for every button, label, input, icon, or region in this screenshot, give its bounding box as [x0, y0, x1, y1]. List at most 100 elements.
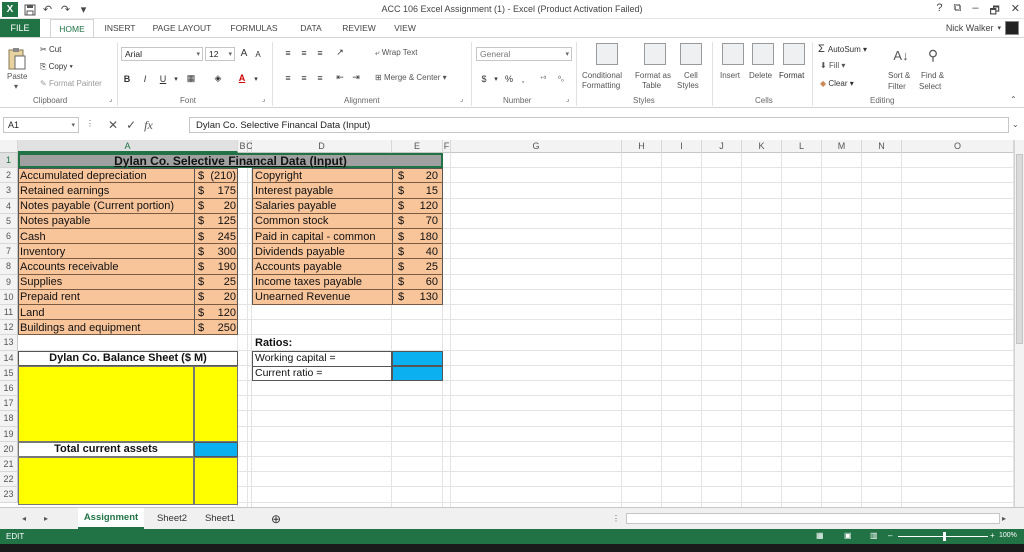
tab-formulas[interactable]: FORMULAS: [228, 19, 280, 37]
zoom-slider-thumb[interactable]: [943, 532, 946, 541]
merge-center-button[interactable]: ⊞ Merge & Center ▾: [375, 73, 447, 82]
fill-button[interactable]: ⬇ Fill ▾: [820, 61, 845, 70]
tab-split-grip-icon[interactable]: ⋮: [612, 514, 620, 523]
row-header-20[interactable]: 20: [0, 441, 18, 457]
underline-button[interactable]: U: [157, 72, 169, 85]
column-header-o[interactable]: O: [902, 140, 1014, 153]
dialog-launcher-icon[interactable]: ⌟: [460, 95, 463, 103]
row-header-12[interactable]: 12: [0, 320, 18, 336]
increase-decimal-icon[interactable]: ⁺⁰: [537, 72, 549, 85]
find-select-label[interactable]: Find &: [921, 71, 944, 80]
conditional-formatting-label[interactable]: Conditional: [582, 71, 622, 80]
scroll-thumb[interactable]: [1016, 154, 1023, 344]
cell-styles-label[interactable]: Cell: [684, 71, 698, 80]
dialog-launcher-icon[interactable]: ⌟: [109, 95, 112, 103]
cell-styles-label-2[interactable]: Styles: [677, 81, 699, 90]
column-header-l[interactable]: L: [782, 140, 822, 153]
scroll-tabs-right-icon[interactable]: ▸: [44, 514, 48, 523]
row-header-3[interactable]: 3: [0, 183, 18, 199]
dialog-launcher-icon[interactable]: ⌟: [566, 95, 569, 103]
row-header-8[interactable]: 8: [0, 259, 18, 275]
tab-home[interactable]: HOME: [50, 19, 94, 37]
currency-button[interactable]: $: [478, 72, 490, 85]
tab-review[interactable]: REVIEW: [340, 19, 378, 37]
row-header-22[interactable]: 22: [0, 472, 18, 488]
dialog-launcher-icon[interactable]: ⌟: [262, 95, 265, 103]
fill-color-icon[interactable]: ◈: [212, 72, 224, 85]
align-right-icon[interactable]: ≡: [314, 71, 326, 84]
sort-filter-label[interactable]: Sort &: [888, 71, 910, 80]
zoom-in-icon[interactable]: +: [990, 531, 995, 540]
autosum-button[interactable]: Σ AutoSum ▾: [818, 43, 867, 55]
tab-file[interactable]: FILE: [0, 19, 40, 37]
currency-dropdown-icon[interactable]: ▾: [490, 72, 502, 85]
column-header-f[interactable]: F: [443, 140, 451, 153]
format-cells-label[interactable]: Format: [779, 71, 804, 80]
format-painter-button[interactable]: ✎ Format Painter: [40, 79, 102, 88]
row-header-7[interactable]: 7: [0, 244, 18, 260]
row-header-23[interactable]: 23: [0, 487, 18, 503]
zoom-out-icon[interactable]: –: [888, 531, 892, 540]
row-header-21[interactable]: 21: [0, 457, 18, 473]
align-top-icon[interactable]: ≡: [282, 46, 294, 59]
delete-cells-label[interactable]: Delete: [749, 71, 772, 80]
sort-filter-label-2[interactable]: Filter: [888, 82, 906, 91]
conditional-formatting-icon[interactable]: [596, 43, 618, 65]
column-header-i[interactable]: I: [662, 140, 702, 153]
conditional-formatting-label-2[interactable]: Formatting: [582, 81, 620, 90]
number-format-select[interactable]: General ▾: [476, 47, 572, 61]
scroll-right-icon[interactable]: ▸: [1002, 514, 1006, 523]
sort-filter-icon[interactable]: A↓: [890, 44, 912, 66]
italic-button[interactable]: I: [139, 72, 151, 85]
copy-button[interactable]: ⎘ Copy ▾: [40, 62, 73, 72]
row-header-9[interactable]: 9: [0, 274, 18, 290]
bold-button[interactable]: B: [121, 72, 133, 85]
formula-input[interactable]: Dylan Co. Selective Financal Data (Input…: [189, 117, 1009, 133]
underline-dropdown-icon[interactable]: ▾: [170, 72, 182, 85]
tab-view[interactable]: VIEW: [390, 19, 420, 37]
column-header-n[interactable]: N: [862, 140, 902, 153]
orientation-icon[interactable]: ↗: [334, 46, 346, 59]
format-as-table-label[interactable]: Format as: [635, 71, 671, 80]
column-header-m[interactable]: M: [822, 140, 862, 153]
normal-view-icon[interactable]: ▦: [816, 531, 824, 540]
paste-label[interactable]: Paste: [7, 72, 27, 81]
worksheet-grid[interactable]: ABCDEFGHIJKLMNO 1 2 3 4 5 6 7 8 9 10 11 12 13 14 15 16 1…: [0, 140, 1014, 507]
paste-dropdown-icon[interactable]: ▾: [14, 82, 18, 91]
zoom-level[interactable]: 100%: [999, 532, 1017, 539]
row-header-4[interactable]: 4: [0, 198, 18, 214]
horizontal-scrollbar[interactable]: [626, 513, 1000, 524]
insert-cells-label[interactable]: Insert: [720, 71, 740, 80]
balance-sheet-input-labels-2[interactable]: [18, 457, 194, 505]
new-sheet-icon[interactable]: ⊕: [266, 508, 286, 529]
column-header-j[interactable]: J: [702, 140, 742, 153]
cell-styles-icon[interactable]: [680, 43, 702, 65]
tab-data[interactable]: DATA: [296, 19, 326, 37]
name-box[interactable]: A1 ▾: [3, 117, 79, 133]
column-header-a[interactable]: A: [18, 140, 238, 153]
row-header-10[interactable]: 10: [0, 289, 18, 305]
row-header-17[interactable]: 17: [0, 396, 18, 412]
format-cells-icon[interactable]: [783, 43, 805, 65]
column-header-e[interactable]: E: [392, 140, 443, 153]
shrink-font-button[interactable]: A: [252, 48, 264, 61]
wrap-text-button[interactable]: ⤶ Wrap Text: [375, 48, 417, 58]
row-header-6[interactable]: 6: [0, 229, 18, 245]
column-header-d[interactable]: D: [252, 140, 392, 153]
balance-sheet-input-values[interactable]: [194, 365, 238, 442]
decrease-decimal-icon[interactable]: ⁰₀: [555, 72, 567, 85]
tab-insert[interactable]: INSERT: [100, 19, 140, 37]
binoculars-icon[interactable]: ⚲: [922, 44, 944, 66]
sheet-tab-sheet2[interactable]: Sheet2: [150, 508, 194, 529]
vertical-scrollbar[interactable]: [1014, 140, 1024, 507]
borders-icon[interactable]: ▦: [185, 72, 197, 85]
row-header-14[interactable]: 14: [0, 350, 18, 366]
align-middle-icon[interactable]: ≡: [298, 46, 310, 59]
user-account[interactable]: Nick Walker ▾: [946, 21, 1019, 35]
font-color-button[interactable]: A: [236, 71, 248, 84]
increase-indent-icon[interactable]: ⇥: [350, 71, 362, 84]
insert-function-button[interactable]: fx: [144, 118, 153, 133]
column-header-k[interactable]: K: [742, 140, 782, 153]
cancel-entry-icon[interactable]: ✕: [108, 118, 118, 132]
row-header-18[interactable]: 18: [0, 411, 18, 427]
